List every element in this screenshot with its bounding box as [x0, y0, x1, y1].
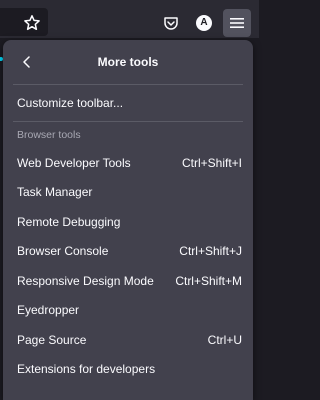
more-tools-panel: More tools Customize toolbar... Browser …: [3, 40, 253, 400]
menu-item-label: Responsive Design Mode: [17, 273, 154, 288]
account-icon: A: [196, 15, 212, 31]
browser-toolbar: A: [0, 0, 259, 38]
pocket-icon: [164, 17, 178, 30]
menu-item-label: Eyedropper: [17, 303, 80, 318]
menu-icon: [230, 18, 244, 28]
chevron-left-icon: [23, 56, 30, 68]
menu-item-web-developer-tools[interactable]: Web Developer Tools Ctrl+Shift+I: [3, 148, 253, 178]
menu-item-label: Remote Debugging: [17, 214, 121, 229]
back-button[interactable]: [13, 48, 41, 76]
star-icon: [24, 15, 40, 31]
account-initial: A: [200, 17, 208, 28]
menu-item-label: Page Source: [17, 332, 87, 347]
menu-item-remote-debugging[interactable]: Remote Debugging: [3, 207, 253, 237]
menu-item-page-source[interactable]: Page Source Ctrl+U: [3, 325, 253, 355]
menu-item-task-manager[interactable]: Task Manager: [3, 178, 253, 208]
customize-toolbar-item[interactable]: Customize toolbar...: [3, 85, 253, 121]
menu-item-shortcut: Ctrl+Shift+M: [175, 273, 242, 288]
panel-title: More tools: [97, 55, 159, 69]
panel-header: More tools: [3, 40, 253, 84]
customize-toolbar-label: Customize toolbar...: [17, 96, 124, 110]
menu-item-shortcut: Ctrl+U: [207, 332, 242, 347]
menu-item-label: Extensions for developers: [17, 362, 156, 377]
menu-item-label: Web Developer Tools: [17, 155, 131, 170]
account-button[interactable]: A: [190, 9, 218, 37]
menu-item-browser-console[interactable]: Browser Console Ctrl+Shift+J: [3, 237, 253, 267]
bookmark-star-button[interactable]: [18, 9, 46, 37]
menu-item-shortcut: Ctrl+Shift+J: [179, 244, 242, 259]
menu-item-shortcut: Ctrl+Shift+I: [181, 155, 242, 170]
app-menu-button[interactable]: [223, 9, 251, 37]
browser-tools-heading: Browser tools: [17, 129, 81, 141]
menu-item-label: Task Manager: [17, 185, 93, 200]
menu-item-eyedropper[interactable]: Eyedropper: [3, 296, 253, 326]
menu-item-label: Browser Console: [17, 244, 109, 259]
menu-item-responsive-design-mode[interactable]: Responsive Design Mode Ctrl+Shift+M: [3, 266, 253, 296]
pocket-button[interactable]: [157, 9, 185, 37]
menu-item-extensions-for-developers[interactable]: Extensions for developers: [3, 355, 253, 385]
